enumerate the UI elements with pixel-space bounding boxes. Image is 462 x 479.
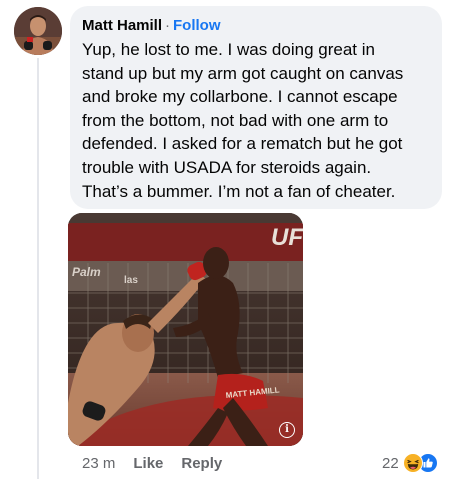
follow-button[interactable]: Follow <box>173 17 221 34</box>
reply-button[interactable]: Reply <box>181 455 222 472</box>
comment-text: Yup, he lost to me. I was doing great in… <box>82 40 404 201</box>
timestamp[interactable]: 23 m <box>82 455 115 472</box>
author-name[interactable]: Matt Hamill <box>82 17 162 34</box>
comment-photo[interactable]: UF Palm las MATT HAMILL i <box>68 213 303 446</box>
thread-line <box>37 58 39 479</box>
like-button[interactable]: Like <box>133 455 163 472</box>
comment-actions: 23 m Like Reply <box>82 452 240 474</box>
comment-bubble: Matt Hamill · Follow Yup, he lost to me. I… <box>70 6 442 209</box>
fight-photo-image: UF Palm las MATT HAMILL <box>68 213 303 446</box>
separator-dot: · <box>165 17 171 34</box>
info-icon[interactable]: i <box>279 422 295 438</box>
reaction-icons <box>402 453 439 473</box>
banner-text: UF <box>271 224 303 251</box>
avatar-image <box>14 7 62 55</box>
sponsor-text-2: las <box>124 275 138 286</box>
reaction-count: 22 <box>382 454 399 472</box>
comment-header: Matt Hamill · Follow <box>82 16 430 36</box>
reactions-summary[interactable]: 22 <box>382 452 439 474</box>
avatar[interactable] <box>14 7 62 55</box>
sponsor-text: Palm <box>72 265 101 279</box>
haha-reaction-icon <box>402 453 423 473</box>
